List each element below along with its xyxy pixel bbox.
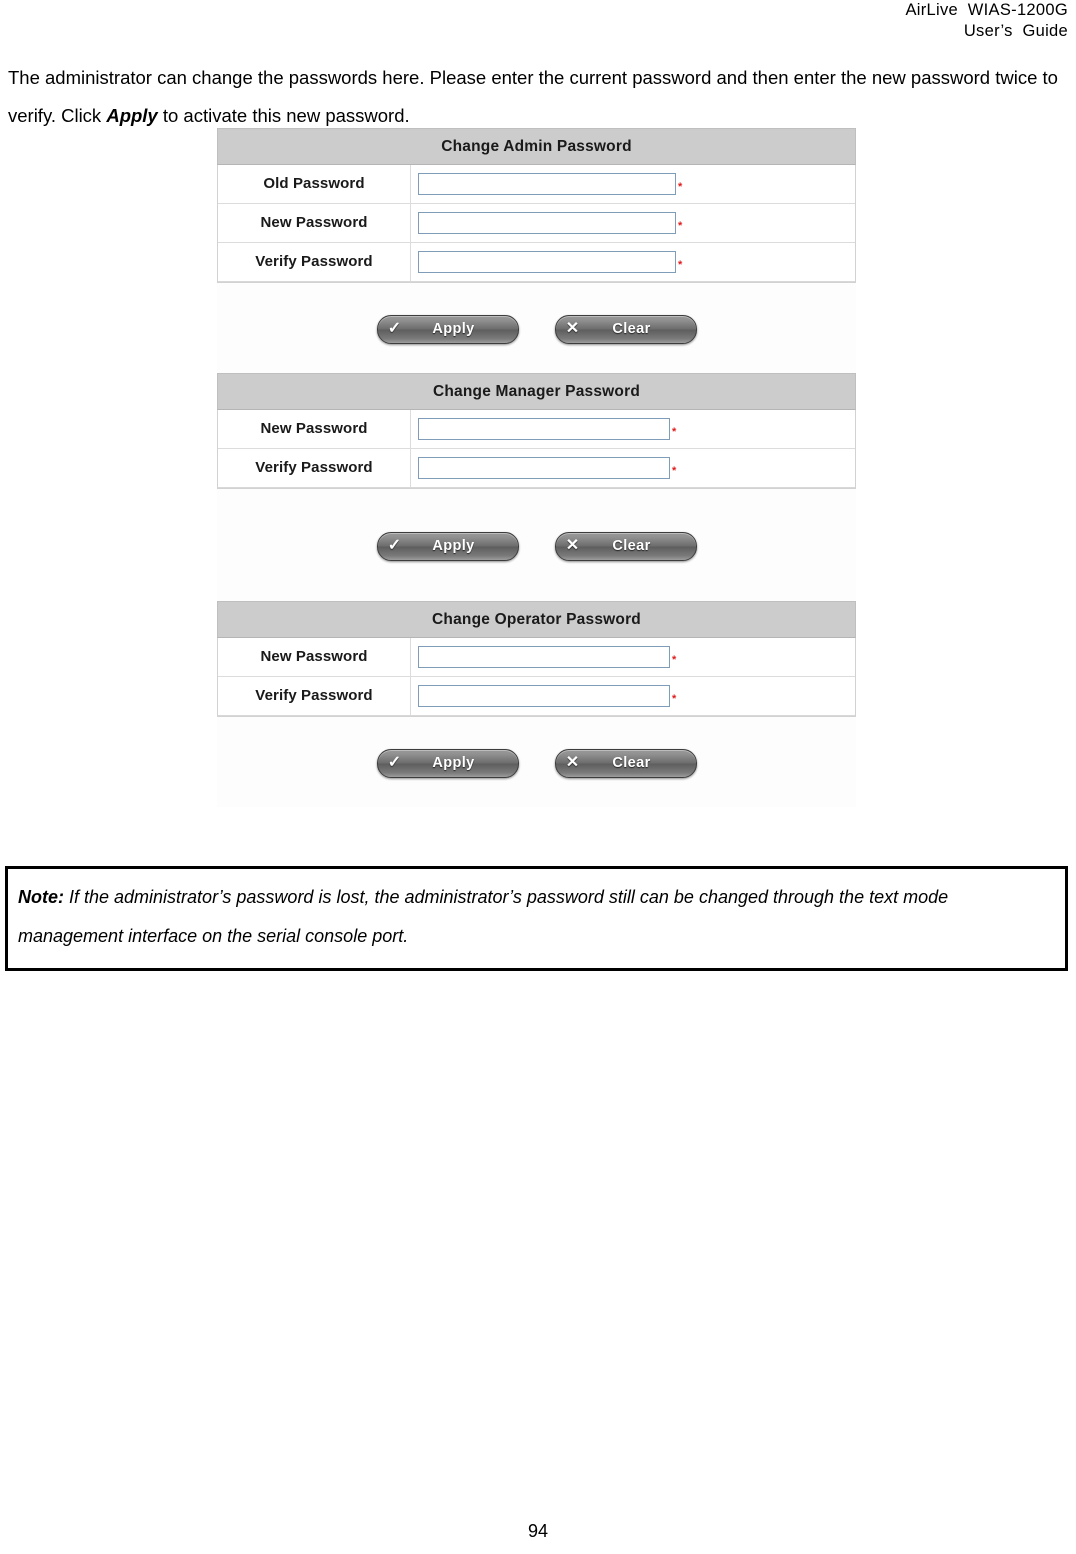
required-asterisk: * — [672, 425, 677, 438]
table-row: New Password * — [218, 638, 855, 677]
required-asterisk: * — [672, 692, 677, 705]
admin-verify-password-label: Verify Password — [218, 243, 411, 281]
old-password-label: Old Password — [218, 165, 411, 203]
operator-new-password-input[interactable] — [418, 646, 670, 668]
operator-apply-button[interactable]: ✓ Apply — [376, 748, 519, 778]
required-asterisk: * — [672, 653, 677, 666]
manager-verify-password-field-cell: * — [411, 449, 855, 487]
intro-apply-emphasis: Apply — [106, 104, 158, 126]
password-settings-screenshot: Change Admin Password Old Password * New… — [217, 128, 856, 807]
manager-apply-label: Apply — [432, 538, 475, 554]
operator-password-rows: New Password * Verify Password * — [217, 638, 856, 717]
manager-button-strip: ✓ Apply ✕ Clear — [217, 489, 856, 601]
header-guide-line: User’s Guide — [963, 22, 1068, 40]
check-icon: ✓ — [387, 754, 402, 771]
required-asterisk: * — [678, 219, 683, 232]
note-label: Note: — [18, 887, 64, 907]
change-manager-password-panel: Change Manager Password New Password * V… — [217, 373, 856, 601]
check-icon: ✓ — [387, 537, 402, 554]
panel-title-manager: Change Manager Password — [217, 373, 856, 410]
manager-verify-password-input[interactable] — [418, 457, 670, 479]
table-row: Verify Password * — [218, 677, 855, 716]
operator-new-password-label: New Password — [218, 638, 411, 676]
admin-apply-label: Apply — [432, 321, 475, 337]
manager-clear-label: Clear — [612, 538, 651, 554]
cross-icon: ✕ — [565, 537, 580, 554]
change-admin-password-panel: Change Admin Password Old Password * New… — [217, 128, 856, 373]
cross-icon: ✕ — [565, 754, 580, 771]
admin-new-password-field-cell: * — [411, 204, 855, 242]
manager-password-rows: New Password * Verify Password * — [217, 410, 856, 489]
admin-apply-button[interactable]: ✓ Apply — [376, 314, 519, 344]
admin-verify-password-field-cell: * — [411, 243, 855, 281]
note-text: If the administrator’s password is lost,… — [18, 887, 949, 946]
manager-new-password-label: New Password — [218, 410, 411, 448]
admin-clear-label: Clear — [612, 321, 651, 337]
operator-apply-label: Apply — [432, 755, 475, 771]
manager-clear-button[interactable]: ✕ Clear — [554, 531, 697, 561]
operator-new-password-field-cell: * — [411, 638, 855, 676]
operator-button-strip: ✓ Apply ✕ Clear — [217, 717, 856, 807]
admin-button-strip: ✓ Apply ✕ Clear — [217, 283, 856, 373]
intro-paragraph: The administrator can change the passwor… — [8, 59, 1060, 135]
operator-verify-password-field-cell: * — [411, 677, 855, 715]
table-row: Verify Password * — [218, 449, 855, 488]
manager-new-password-field-cell: * — [411, 410, 855, 448]
old-password-input[interactable] — [418, 173, 676, 195]
table-row: New Password * — [218, 204, 855, 243]
required-asterisk: * — [678, 258, 683, 271]
admin-new-password-input[interactable] — [418, 212, 676, 234]
admin-password-rows: Old Password * New Password * Verify Pas… — [217, 165, 856, 283]
running-header: AirLive WIAS-1200G User’s Guide — [648, 0, 1068, 42]
intro-text-part2: to activate this new password. — [157, 104, 410, 126]
operator-clear-button[interactable]: ✕ Clear — [554, 748, 697, 778]
admin-clear-button[interactable]: ✕ Clear — [554, 314, 697, 344]
check-icon: ✓ — [387, 320, 402, 337]
manager-new-password-input[interactable] — [418, 418, 670, 440]
table-row: New Password * — [218, 410, 855, 449]
manager-verify-password-label: Verify Password — [218, 449, 411, 487]
table-row: Old Password * — [218, 165, 855, 204]
note-callout: Note: If the administrator’s password is… — [5, 866, 1068, 971]
operator-clear-label: Clear — [612, 755, 651, 771]
manager-apply-button[interactable]: ✓ Apply — [376, 531, 519, 561]
required-asterisk: * — [672, 464, 677, 477]
operator-verify-password-label: Verify Password — [218, 677, 411, 715]
admin-verify-password-input[interactable] — [418, 251, 676, 273]
change-operator-password-panel: Change Operator Password New Password * … — [217, 601, 856, 807]
table-row: Verify Password * — [218, 243, 855, 282]
required-asterisk: * — [678, 180, 683, 193]
cross-icon: ✕ — [565, 320, 580, 337]
page-number: 94 — [527, 1521, 549, 1541]
admin-new-password-label: New Password — [218, 204, 411, 242]
panel-title-operator: Change Operator Password — [217, 601, 856, 638]
old-password-field-cell: * — [411, 165, 855, 203]
panel-title-admin: Change Admin Password — [217, 128, 856, 165]
header-product-line: AirLive WIAS-1200G — [905, 1, 1068, 19]
operator-verify-password-input[interactable] — [418, 685, 670, 707]
